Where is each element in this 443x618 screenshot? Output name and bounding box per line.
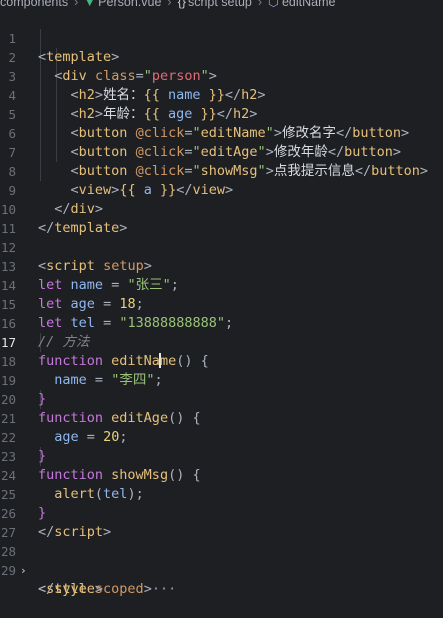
chevron-right-icon: ›: [257, 0, 263, 9]
code-line[interactable]: 27: [0, 504, 443, 540]
method-cube-icon: ⬡: [268, 0, 279, 9]
breadcrumb: components › ▼ Person.vue › {} script setup › ⬡ e…: [0, 0, 443, 10]
code-line[interactable]: 4 <h2>年龄：{{ age }}</h2>: [0, 67, 443, 122]
code-line[interactable]: 11: [0, 200, 443, 236]
code-line[interactable]: 7 <button @click="showMsg">点我提示信息</butto…: [0, 124, 443, 179]
code-line[interactable]: 18 name = "李四";: [0, 333, 443, 388]
code-line[interactable]: 8 <view>{{ a }}</view>: [0, 143, 443, 198]
code-editor[interactable]: 1 <template> 2 <div class="person"> 3 <h…: [0, 10, 443, 597]
code-text: </style>: [38, 581, 104, 597]
code-line[interactable]: 3 <h2>姓名：{{ name }}</h2>: [0, 48, 443, 103]
folded-ellipsis[interactable]: ···: [152, 581, 176, 597]
code-line-active[interactable]: 17 function editName() {: [0, 314, 443, 369]
chevron-right-icon: ›: [74, 0, 79, 9]
code-line[interactable]: 15 let tel = "13888888888";: [0, 276, 443, 331]
breadcrumb-item-symbol[interactable]: ⬡ editName: [268, 0, 335, 9]
code-line[interactable]: 13 let name = "张三";: [0, 238, 443, 293]
chevron-right-icon: ›: [167, 0, 172, 9]
code-line[interactable]: 2 <div class="person">: [0, 29, 443, 84]
code-line[interactable]: 9 </div>: [0, 162, 443, 217]
code-line[interactable]: 6 <button @click="editAge">修改年龄</button>: [0, 105, 443, 160]
breadcrumb-label: script setup: [187, 0, 252, 9]
breadcrumb-label: components: [0, 0, 69, 9]
breadcrumb-label: editName: [281, 0, 336, 9]
code-line[interactable]: 19 }: [0, 352, 443, 407]
code-line[interactable]: 23 function showMsg() {: [0, 428, 443, 483]
code-line[interactable]: 28 › <style scoped>···: [0, 523, 443, 597]
breadcrumb-label: Person.vue: [98, 0, 162, 9]
code-line[interactable]: 22 }: [0, 409, 443, 464]
code-line[interactable]: 5 <button @click="editName">修改名字</button…: [0, 86, 443, 141]
breadcrumb-item-script-setup[interactable]: {} script setup: [178, 0, 252, 9]
code-line[interactable]: 10 </template>: [0, 181, 443, 236]
vue-file-icon: ▼: [84, 0, 96, 9]
breadcrumb-item-file[interactable]: ▼ Person.vue: [84, 0, 161, 9]
code-line[interactable]: 14 let age = 18;: [0, 257, 443, 312]
breadcrumb-item-components[interactable]: components: [0, 0, 68, 9]
code-line[interactable]: 20 function editAge() {: [0, 371, 443, 426]
code-line[interactable]: 24 alert(tel);: [0, 447, 443, 502]
code-line[interactable]: 21 age = 20;: [0, 390, 443, 445]
code-line[interactable]: 12 <script setup>: [0, 219, 443, 274]
code-line[interactable]: 25 }: [0, 466, 443, 521]
code-line[interactable]: 16 // 方法: [0, 295, 443, 350]
braces-icon: {}: [177, 0, 186, 9]
code-line[interactable]: 26 </script>: [0, 485, 443, 540]
code-line[interactable]: 29 </style>: [0, 542, 443, 597]
code-line[interactable]: 1 <template>: [0, 10, 443, 65]
line-number: 29: [0, 563, 16, 578]
